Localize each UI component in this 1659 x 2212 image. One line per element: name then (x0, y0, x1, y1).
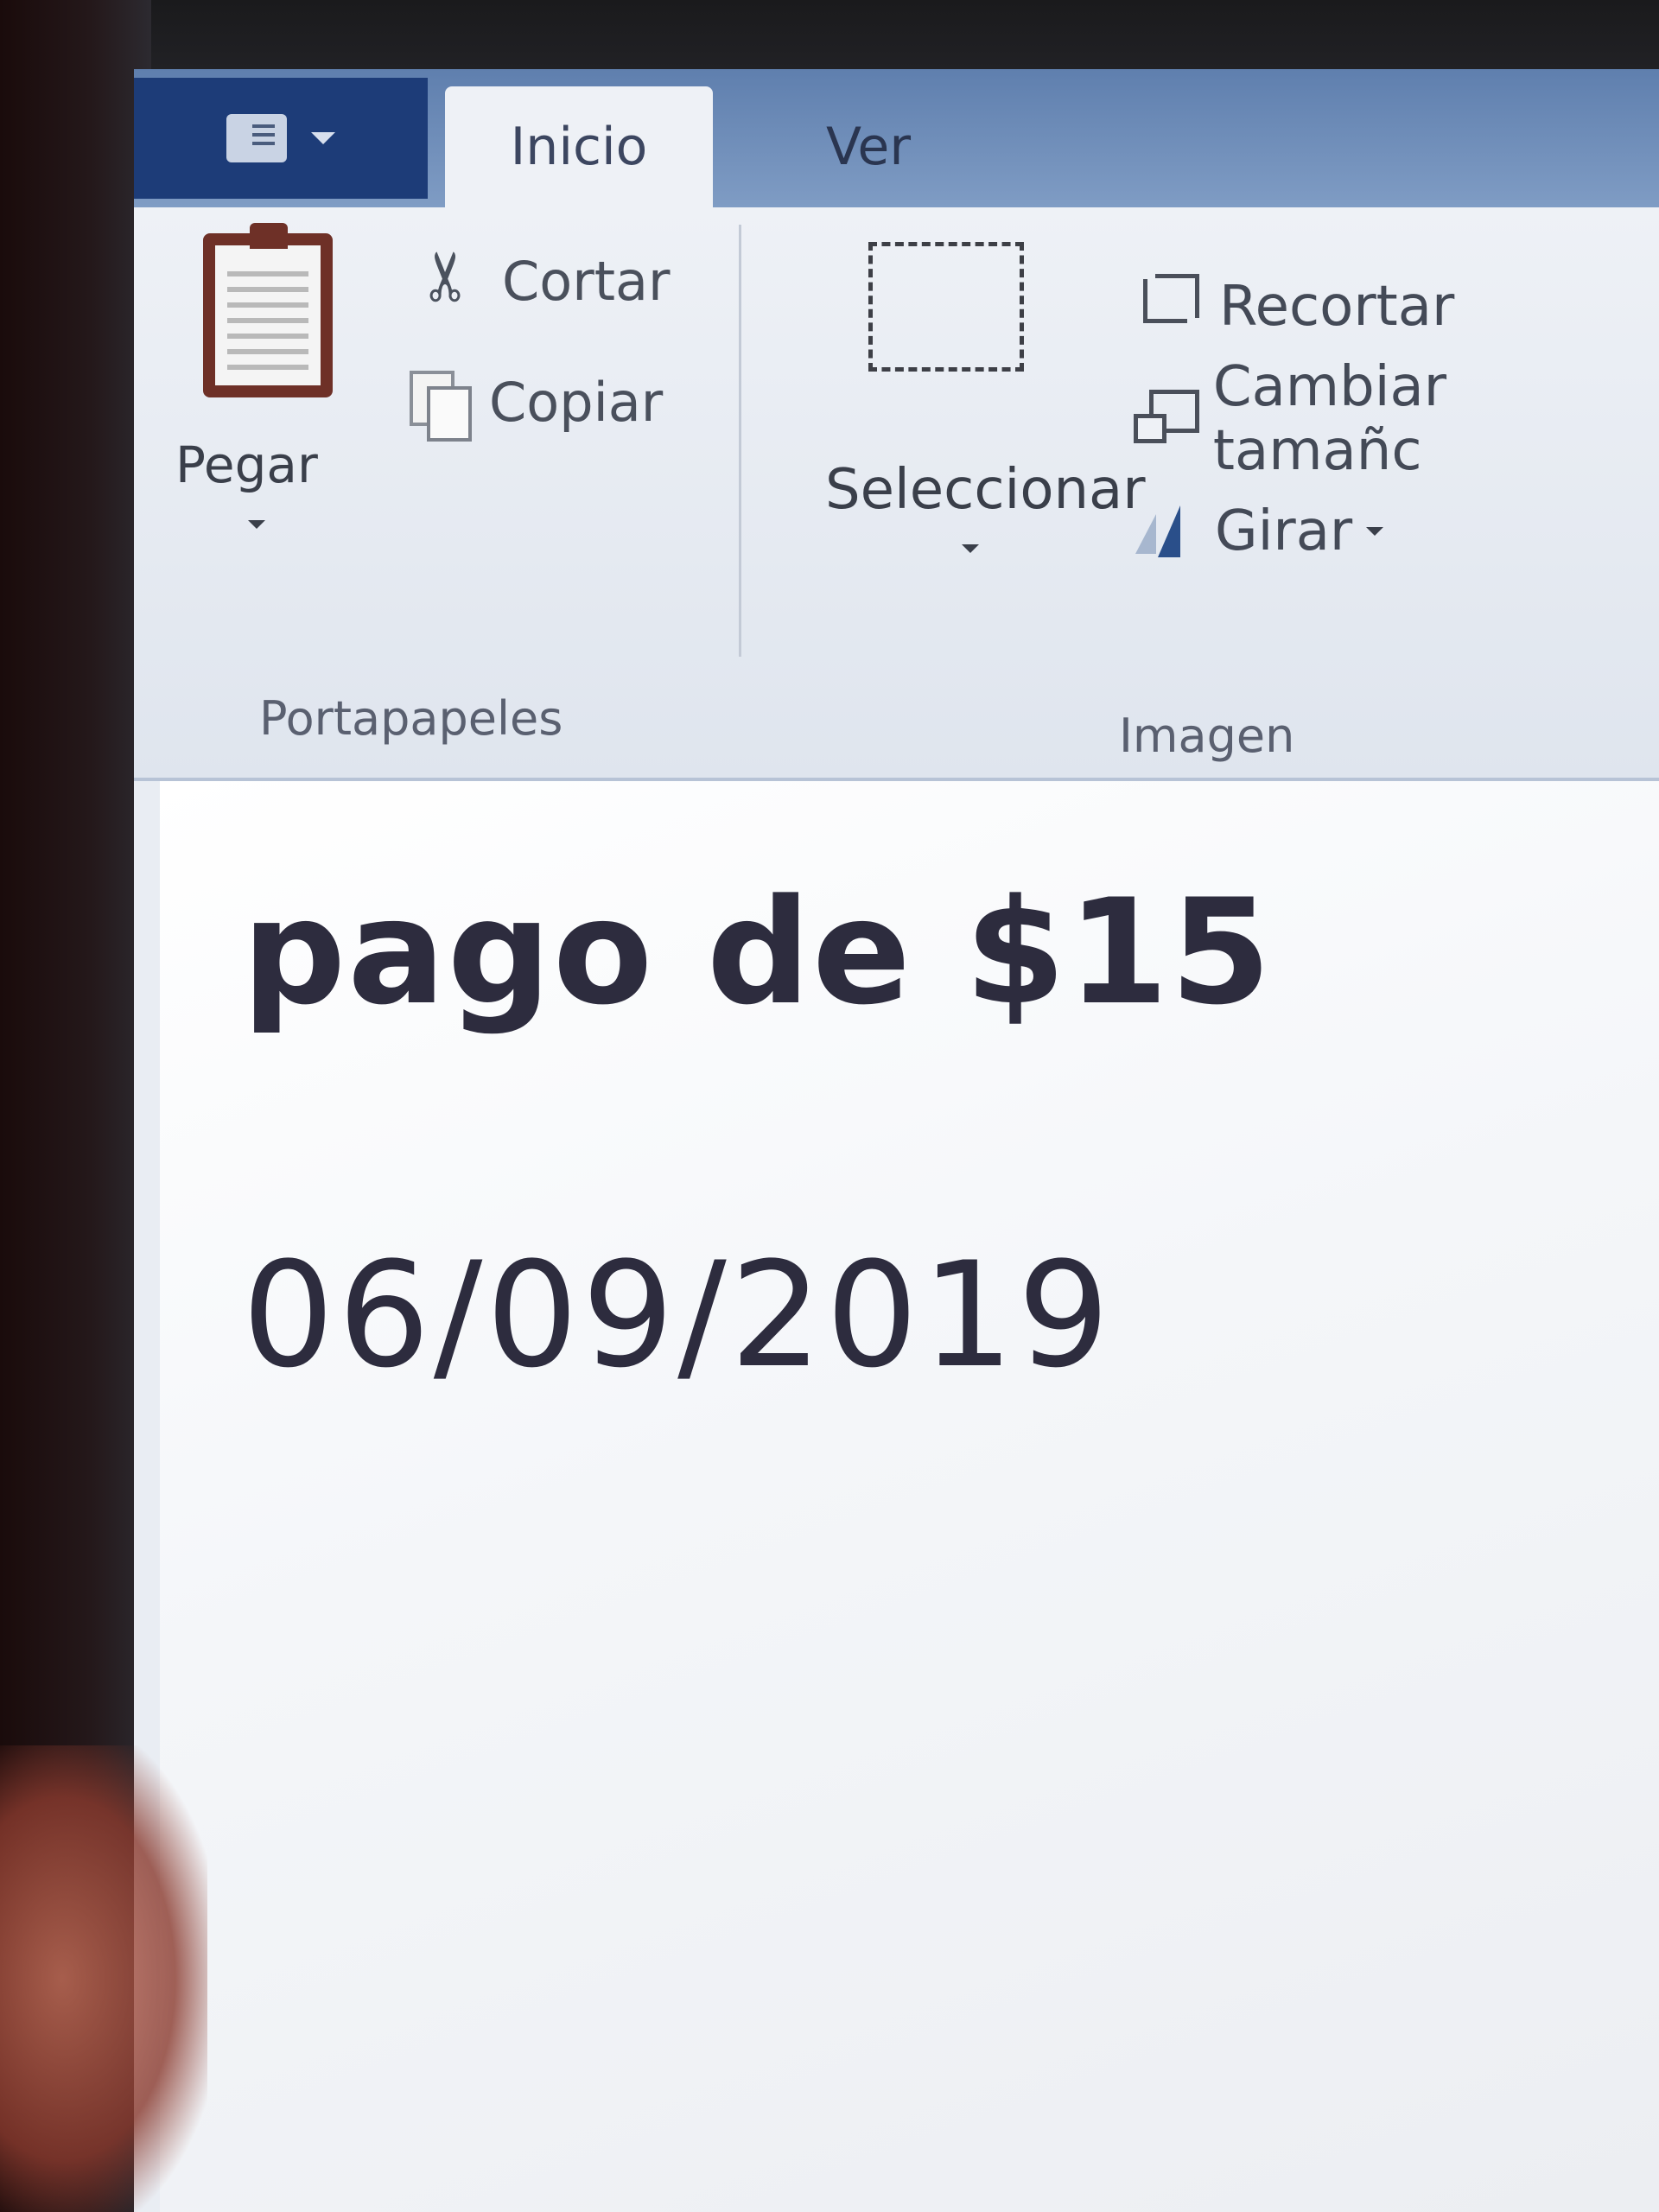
ribbon: Pegar Cortar Copiar Portapapeles Selecci… (134, 207, 1659, 781)
chevron-down-icon (311, 132, 335, 144)
group-label-imagen: Imagen (1119, 709, 1295, 763)
clipboard-icon (203, 223, 333, 397)
resize-label: Cambiar tamañc (1212, 355, 1447, 483)
crop-label: Recortar (1219, 275, 1455, 339)
cut-label: Cortar (502, 249, 671, 313)
tab-inicio[interactable]: Inicio (445, 86, 713, 207)
chevron-down-icon (962, 544, 979, 553)
tab-ver-label: Ver (826, 117, 911, 177)
drawing-canvas[interactable]: pago de $15 06/09/2019 (160, 781, 1659, 2212)
crop-icon (1136, 272, 1199, 341)
canvas-text-date: 06/09/2019 (242, 1230, 1114, 1400)
resize-button[interactable]: Cambiar tamañc (1132, 355, 1659, 483)
tab-ver[interactable]: Ver (756, 86, 981, 207)
paint-window: Inicio Ver Pegar Cortar Copiar Portapape… (134, 69, 1659, 2212)
chevron-down-icon (248, 520, 265, 529)
rotate-icon (1132, 497, 1192, 566)
copy-button[interactable]: Copiar (406, 363, 664, 442)
file-menu-icon (226, 114, 287, 162)
ribbon-tab-bar: Inicio Ver (134, 69, 1659, 207)
rotate-label: Girar (1215, 499, 1353, 563)
cut-button[interactable]: Cortar (419, 242, 671, 320)
select-rectangle-icon (868, 242, 1024, 372)
select-button[interactable]: Seleccionar (782, 225, 1146, 588)
paste-label: Pegar (175, 435, 318, 494)
group-label-portapapeles: Portapapeles (259, 691, 563, 746)
scissors-icon (419, 246, 480, 315)
crop-button[interactable]: Recortar (1136, 268, 1454, 346)
copy-label: Copiar (489, 370, 664, 434)
copy-icon (406, 367, 472, 442)
finger-in-photo (0, 1745, 207, 2212)
file-menu-button[interactable] (134, 78, 428, 199)
monitor-bezel-top (0, 0, 1659, 78)
rotate-button[interactable]: Girar (1132, 493, 1392, 570)
select-label: Seleccionar (825, 458, 1146, 522)
paste-button[interactable]: Pegar (175, 223, 350, 562)
chevron-down-icon (1366, 527, 1384, 536)
tab-inicio-label: Inicio (510, 117, 648, 177)
group-separator (739, 225, 741, 657)
resize-icon (1132, 385, 1199, 454)
canvas-text-payment: pago de $15 (242, 868, 1274, 1037)
